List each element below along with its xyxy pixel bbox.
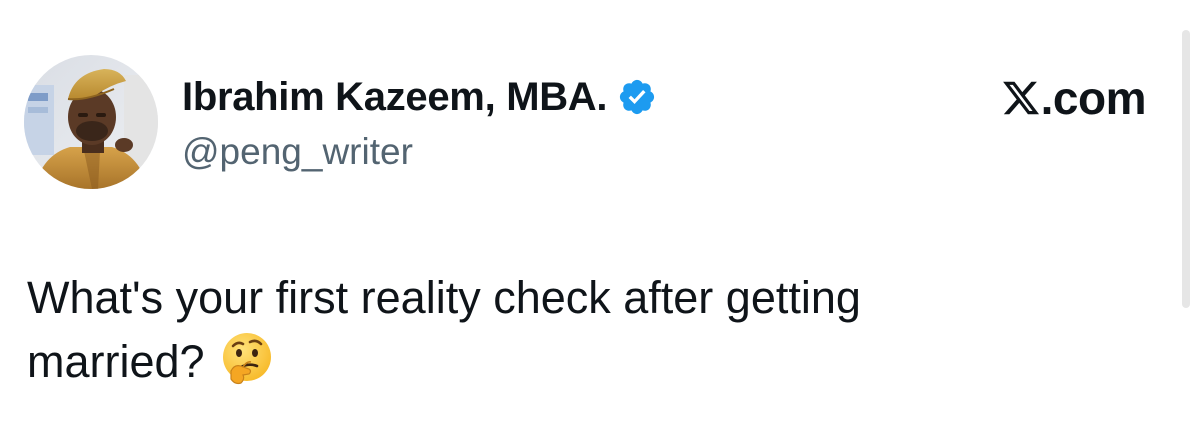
author-handle[interactable]: @peng_writer	[182, 130, 413, 174]
author-display-name[interactable]: Ibrahim Kazeem, MBA.	[182, 72, 608, 122]
tweet-card: Ibrahim Kazeem, MBA. @peng_writer .com W…	[0, 0, 1200, 447]
brand-mark: .com	[1001, 70, 1147, 126]
tweet-text-line-2-words: married?	[27, 336, 205, 387]
brand-domain-suffix: .com	[1040, 72, 1147, 124]
x-logo-icon	[1001, 78, 1041, 118]
author-avatar[interactable]	[24, 55, 158, 189]
tweet-text: What's your first reality check after ge…	[27, 266, 1127, 394]
vertical-scrollbar[interactable]	[1182, 30, 1190, 308]
author-name-row: Ibrahim Kazeem, MBA.	[182, 72, 657, 122]
thinking-face-emoji-icon	[219, 331, 275, 387]
tweet-text-line-1: What's your first reality check after ge…	[27, 272, 861, 323]
verified-badge-icon	[617, 77, 657, 117]
tweet-text-line-2: married?	[27, 330, 1127, 394]
avatar-photo-icon	[24, 55, 158, 189]
